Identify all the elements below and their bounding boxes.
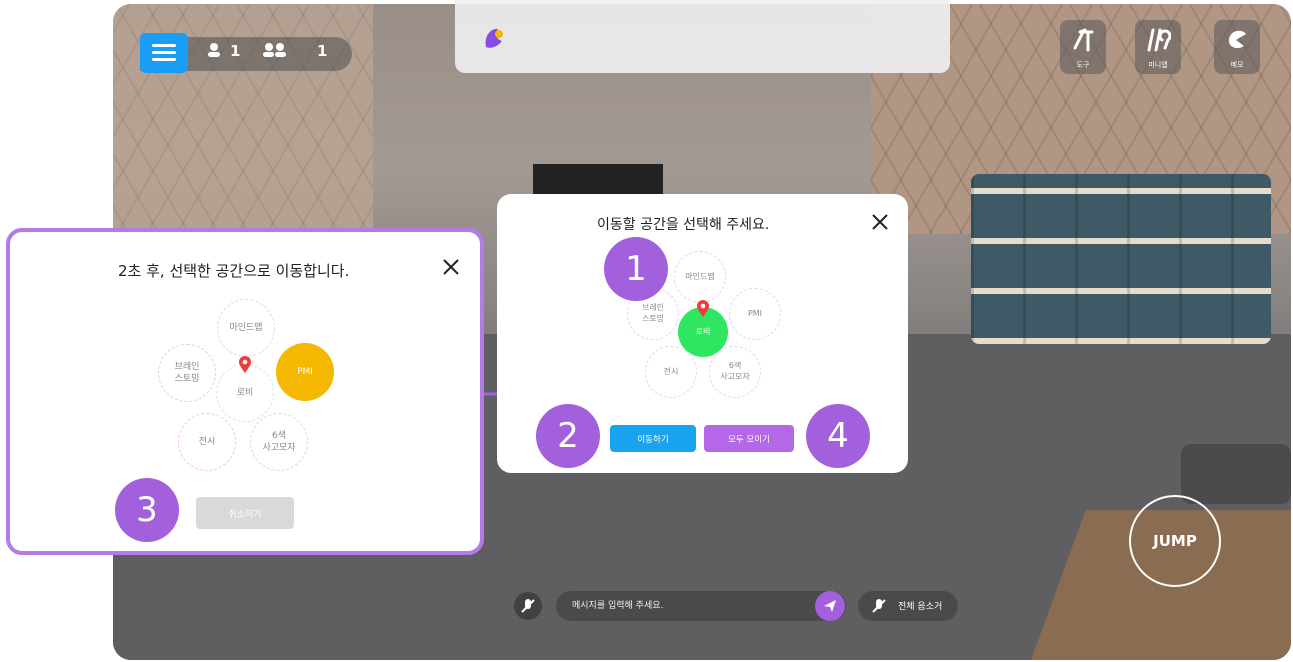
wrench-icon [1073,28,1094,52]
step-badge-1: 1 [604,237,668,301]
sofa [1181,444,1291,504]
bookshelf [971,174,1271,344]
space-exhibit[interactable]: 전시 [645,346,697,398]
tool-button[interactable]: 도구 [1060,20,1106,74]
space-exhibit[interactable]: 전시 [178,413,236,471]
countdown-dialog-title: 2초 후, 선택한 공간으로 이동합니다. [118,262,350,280]
countdown-dialog: 2초 후, 선택한 공간으로 이동합니다. 마인드맵 브레인 스토밍 로비 PM… [6,228,484,555]
step-badge-2: 2 [536,404,600,468]
space-six-hats[interactable]: 6색 사고모자 [709,346,761,398]
mute-all-label: 전체 음소거 [898,602,943,612]
group-icon [263,43,286,57]
memo-button[interactable]: 메모 [1214,20,1260,74]
location-pin-icon [697,300,709,317]
jump-button[interactable]: JUMP [1129,495,1221,587]
space-pmi[interactable]: PMI [729,288,781,340]
user-count: 1 [230,42,241,60]
space-mindmap[interactable]: 마인드맵 [674,251,726,303]
user-icon [208,43,220,57]
memo-icon [1228,30,1246,49]
tool-label: 도구 [1076,61,1090,69]
minimap-button[interactable]: 미니맵 [1135,20,1181,74]
memo-label: 메모 [1230,61,1244,69]
send-button[interactable] [815,591,845,621]
top-banner [455,0,950,73]
hamburger-menu-button[interactable] [140,33,188,73]
space-brainstorm[interactable]: 브레인 스토밍 [158,344,216,402]
step-badge-3: 3 [115,478,179,542]
minimap-icon [1147,28,1171,52]
space-pmi-selected[interactable]: PMI [276,343,334,401]
close-icon[interactable] [441,257,461,277]
space-six-hats[interactable]: 6색 사고모자 [250,413,308,471]
minimap-label: 미니맵 [1148,61,1168,69]
cancel-button[interactable]: 취소하기 [196,497,294,529]
select-dialog-title: 이동할 공간을 선택해 주세요. [597,217,770,233]
gather-all-button[interactable]: 모두 모이기 [704,425,794,452]
mic-off-icon [521,599,535,613]
location-pin-icon [239,356,251,373]
chat-input-placeholder[interactable]: 메시지를 입력해 주세요. [572,598,663,611]
move-button[interactable]: 이동하기 [610,425,696,452]
mic-button[interactable] [514,592,542,620]
mic-off-icon [872,599,886,613]
step-badge-4: 4 [806,404,870,468]
participant-count: 1 [317,42,328,60]
space-mindmap[interactable]: 마인드맵 [217,299,275,357]
close-icon[interactable] [870,212,890,232]
send-icon [824,600,836,612]
logo-icon [485,28,503,48]
